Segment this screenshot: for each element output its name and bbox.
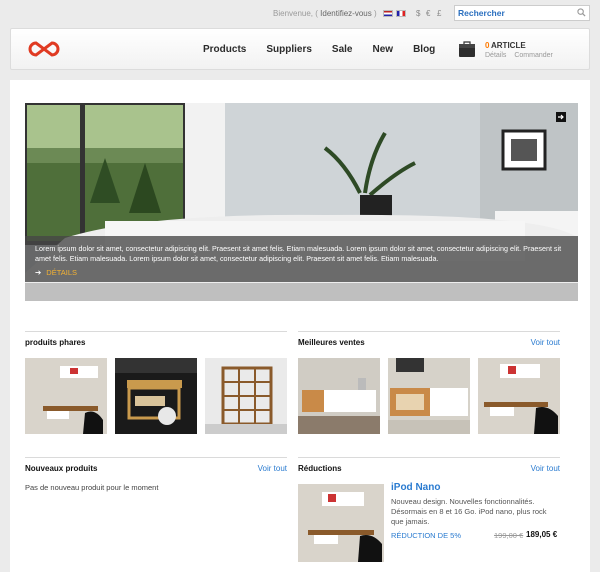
bestseller-product-thumb[interactable] [478, 358, 560, 434]
slider-next-icon[interactable] [556, 112, 566, 122]
cart-checkout-link[interactable]: Commander [514, 52, 553, 59]
hero-details-label: DÉTAILS [46, 268, 77, 277]
welcome-suffix: ) [373, 9, 377, 18]
hero-details-link[interactable]: ➔ DÉTAILS [35, 268, 77, 277]
old-price: 199,00 € [494, 531, 524, 540]
main-nav: Products Suppliers Sale New Blog [203, 44, 455, 55]
bestsellers-see-all-link[interactable]: Voir tout [531, 338, 560, 347]
divider [298, 457, 560, 458]
main-content: Lorem ipsum dolor sit amet, consectetur … [10, 80, 590, 572]
welcome-text: Bienvenue, ( Identifiez-vous ) [273, 9, 377, 18]
divider [25, 331, 287, 332]
divider [25, 457, 287, 458]
specials-block: Réductions Voir tout iPod Nano Nouveau d… [298, 457, 560, 564]
bestsellers-title: Meilleures ventes [298, 338, 365, 347]
site-header: Products Suppliers Sale New Blog 0 ARTIC… [10, 28, 590, 70]
welcome-label: Bienvenue, ( [273, 9, 318, 18]
bestseller-product-thumb[interactable] [298, 358, 380, 434]
special-product-name[interactable]: iPod Nano [391, 482, 440, 493]
search-box [454, 5, 590, 21]
new-products-block: Nouveaux produits Voir tout Pas de nouve… [25, 457, 287, 504]
currency-dollar[interactable]: $ [416, 9, 420, 18]
currency-pound[interactable]: £ [437, 9, 441, 18]
special-product-description: Nouveau design. Nouvelles fonctionnalité… [391, 497, 547, 526]
hero-caption: Lorem ipsum dolor sit amet, consectetur … [25, 236, 578, 282]
featured-block: produits phares [25, 331, 287, 438]
new-products-see-all-link[interactable]: Voir tout [258, 464, 287, 473]
cart-bag-icon[interactable] [457, 39, 477, 59]
cart-details-link[interactable]: Détails [485, 52, 506, 59]
special-price: 189,05 € [526, 530, 558, 539]
currency-euro[interactable]: € [426, 9, 430, 18]
nav-blog[interactable]: Blog [413, 44, 435, 55]
french-flag-icon[interactable] [396, 10, 406, 17]
special-product-thumb[interactable] [298, 484, 384, 562]
new-products-title: Nouveaux produits [25, 464, 98, 473]
search-icon[interactable] [577, 8, 586, 17]
nav-products[interactable]: Products [203, 44, 246, 55]
new-products-empty-text: Pas de nouveau produit pour le moment [25, 483, 159, 492]
specials-title: Réductions [298, 464, 342, 473]
specials-see-all-link[interactable]: Voir tout [531, 464, 560, 473]
english-flag-icon[interactable] [383, 10, 393, 17]
top-bar: Bienvenue, ( Identifiez-vous ) $ € £ [0, 0, 600, 26]
featured-product-thumb[interactable] [115, 358, 197, 434]
divider [298, 331, 560, 332]
cart-links: Détails Commander [485, 52, 559, 59]
featured-title: produits phares [25, 338, 86, 347]
arrow-right-icon: ➔ [35, 268, 42, 277]
featured-product-thumb[interactable] [205, 358, 287, 434]
hero-slider: Lorem ipsum dolor sit amet, consectetur … [25, 103, 578, 301]
search-input[interactable] [455, 6, 567, 20]
bestseller-product-thumb[interactable] [388, 358, 470, 434]
login-link[interactable]: Identifiez-vous [320, 9, 372, 18]
cart-label: ARTICLE [491, 41, 526, 50]
logo-icon[interactable] [27, 40, 61, 58]
nav-sale[interactable]: Sale [332, 44, 353, 55]
cart-count: 0 [485, 41, 490, 50]
bestsellers-block: Meilleures ventes Voir tout [298, 331, 560, 438]
nav-suppliers[interactable]: Suppliers [266, 44, 312, 55]
hero-caption-text: Lorem ipsum dolor sit amet, consectetur … [35, 244, 562, 263]
featured-product-thumb[interactable] [25, 358, 107, 434]
discount-badge: RÉDUCTION DE 5% [391, 531, 462, 540]
nav-new[interactable]: New [373, 44, 394, 55]
